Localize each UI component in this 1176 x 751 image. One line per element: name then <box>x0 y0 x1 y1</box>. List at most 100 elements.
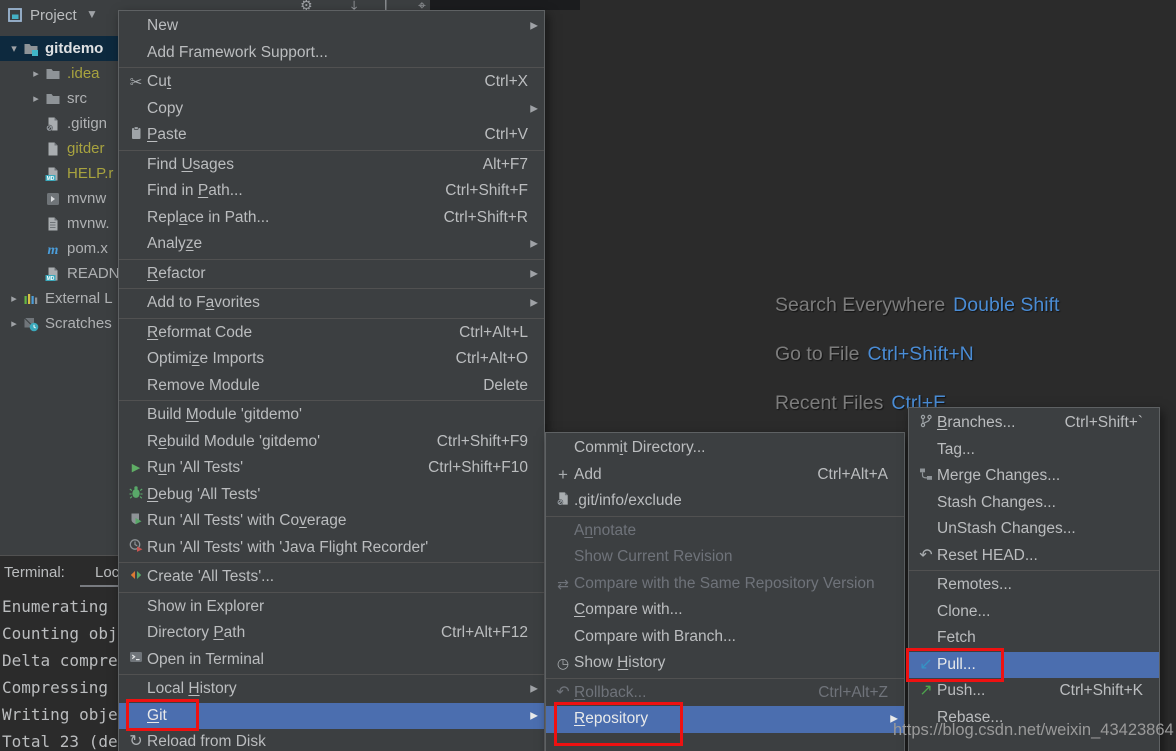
menu-item-debug-all-tests[interactable]: Debug 'All Tests' <box>119 482 544 509</box>
menu-item-icon-slot <box>125 45 147 61</box>
tree-item-label: READN <box>67 265 120 282</box>
chevron-right-icon[interactable]: ▸ <box>6 292 22 305</box>
menu-item-icon-slot: ▶ <box>125 460 147 476</box>
menu-item-icon-slot: ◷ <box>552 655 574 671</box>
menu-item-icon-slot <box>125 101 147 117</box>
menu-item-add-framework-support[interactable]: Add Framework Support... <box>119 40 544 67</box>
chevron-down-icon[interactable]: ▾ <box>6 42 22 55</box>
menu-item-shortcut: Alt+F7 <box>482 155 528 173</box>
menu-item-label: New <box>147 17 179 35</box>
menu-item-find-usages[interactable]: Find Usages Alt+F7 <box>119 152 544 179</box>
menu-item-rebuild-module-gitdemo[interactable]: Rebuild Module 'gitdemo' Ctrl+Shift+F9 <box>119 429 544 456</box>
menu-item-cut[interactable]: ✂ Cut Ctrl+X <box>119 69 544 96</box>
menu-item-icon-slot <box>552 602 574 618</box>
menu-item-label: .git/info/exclude <box>574 492 682 510</box>
menu-item-git-info-exclude[interactable]: .git/info/exclude <box>546 488 904 515</box>
chevron-right-icon[interactable]: ▸ <box>28 67 44 80</box>
context-menu: New ▶ Add Framework Support... ✂ Cut Ctrl+X Co… <box>118 10 545 751</box>
menu-item-show-in-explorer[interactable]: Show in Explorer <box>119 594 544 621</box>
menu-item-directory-path[interactable]: Directory Path Ctrl+Alt+F12 <box>119 620 544 647</box>
menu-item-show-history[interactable]: ◷ Show History <box>546 650 904 677</box>
tree-item-label: Scratches <box>45 315 112 332</box>
file-text-icon <box>44 216 62 232</box>
menu-item-commit-directory[interactable]: Commit Directory... <box>546 435 904 462</box>
menu-item-add-to-favorites[interactable]: Add to Favorites ▶ <box>119 290 544 317</box>
file-md-icon: MD <box>44 166 62 182</box>
menu-item-icon-slot <box>125 210 147 226</box>
menu-item-reload-from-disk[interactable]: ↻ Reload from Disk <box>119 729 544 751</box>
menu-item-optimize-imports[interactable]: Optimize Imports Ctrl+Alt+O <box>119 346 544 373</box>
menu-item-label: Create 'All Tests'... <box>147 568 275 586</box>
menu-item-branches[interactable]: Branches... Ctrl+Shift+` <box>909 410 1159 437</box>
menu-item-label: Show Current Revision <box>574 548 733 566</box>
chevron-down-icon[interactable]: ▼ <box>86 7 98 21</box>
menu-item-icon-slot <box>125 183 147 199</box>
menu-item-label: Local History <box>147 680 237 698</box>
terminal-icon <box>129 650 143 669</box>
menu-item-compare-with[interactable]: Compare with... <box>546 597 904 624</box>
menu-item-build-module-gitdemo[interactable]: Build Module 'gitdemo' <box>119 402 544 429</box>
menu-item-reformat-code[interactable]: Reformat Code Ctrl+Alt+L <box>119 320 544 347</box>
menu-item-compare-with-branch[interactable]: Compare with Branch... <box>546 624 904 651</box>
menu-item-shortcut: Delete <box>483 376 528 394</box>
menu-item-merge-changes[interactable]: Merge Changes... <box>909 463 1159 490</box>
menu-item-icon-slot <box>125 625 147 641</box>
menu-item-find-in-path[interactable]: Find in Path... Ctrl+Shift+F <box>119 178 544 205</box>
menu-item-icon-slot <box>552 629 574 645</box>
submenu-arrow-icon: ▶ <box>530 297 538 309</box>
menu-item-icon-slot <box>552 440 574 456</box>
menu-item-icon-slot: ✂ <box>125 74 147 90</box>
menu-item-refactor[interactable]: Refactor ▶ <box>119 261 544 288</box>
menu-item-shortcut: Ctrl+Shift+F <box>445 182 528 200</box>
menu-item-icon-slot <box>915 468 937 484</box>
menu-separator <box>546 515 904 517</box>
menu-item-stash-changes[interactable]: Stash Changes... <box>909 490 1159 517</box>
watermark: https://blog.csdn.net/weixin_43423864 <box>893 721 1174 739</box>
menu-item-clone[interactable]: Clone... <box>909 599 1159 626</box>
menu-item-icon-slot: ↗ <box>915 683 937 699</box>
jfr-icon <box>129 538 143 557</box>
menu-separator <box>119 674 544 675</box>
menu-item-label: Branches... <box>937 414 1016 432</box>
chevron-right-icon[interactable]: ▸ <box>6 317 22 330</box>
tree-item-label: gitdemo <box>45 40 104 57</box>
menu-item-paste[interactable]: Paste Ctrl+V <box>119 122 544 149</box>
menu-item-create-all-tests[interactable]: Create 'All Tests'... <box>119 564 544 591</box>
menu-item-remotes[interactable]: Remotes... <box>909 572 1159 599</box>
folder-icon <box>44 91 62 107</box>
menu-item-remove-module[interactable]: Remove Module Delete <box>119 373 544 400</box>
tree-item-label: src <box>67 90 87 107</box>
menu-item-label: Reformat Code <box>147 323 253 341</box>
menu-item-label: Annotate <box>574 521 637 539</box>
file-run-icon <box>44 191 62 207</box>
tree-item-label: mvnw <box>67 190 107 207</box>
tree-item-label: pom.x <box>67 240 108 257</box>
menu-item-copy[interactable]: Copy ▶ <box>119 96 544 123</box>
terminal-tab-local[interactable]: Loc <box>95 564 119 581</box>
menu-item-icon-slot <box>552 549 574 565</box>
menu-separator <box>119 258 544 260</box>
menu-item-run-all-tests[interactable]: ▶ Run 'All Tests' Ctrl+Shift+F10 <box>119 455 544 482</box>
tree-item-label: mvnw. <box>67 215 110 232</box>
menu-item-compare-with-the-same-repository-version: ⇄ Compare with the Same Repository Versio… <box>546 571 904 598</box>
menu-item-add[interactable]: + Add Ctrl+Alt+A <box>546 462 904 489</box>
menu-item-icon-slot <box>125 681 147 697</box>
menu-item-icon-slot: ↶ <box>552 684 574 701</box>
highlight-box-git <box>126 699 199 731</box>
menu-item-icon-slot: ↶ <box>915 547 937 564</box>
menu-item-new[interactable]: New ▶ <box>119 13 544 40</box>
menu-item-unstash-changes[interactable]: UnStash Changes... <box>909 516 1159 543</box>
menu-item-shortcut: Ctrl+Shift+F9 <box>436 432 528 450</box>
menu-item-label: Tag... <box>937 440 975 458</box>
folder-project-icon <box>22 41 40 57</box>
menu-item-run-all-tests-with-coverage[interactable]: Run 'All Tests' with Coverage <box>119 508 544 535</box>
menu-item-replace-in-path[interactable]: Replace in Path... Ctrl+Shift+R <box>119 205 544 232</box>
menu-item-run-all-tests-with-java-flight-recorder[interactable]: Run 'All Tests' with 'Java Flight Record… <box>119 535 544 562</box>
menu-item-reset-head[interactable]: ↶ Reset HEAD... <box>909 543 1159 570</box>
menu-item-tag[interactable]: Tag... <box>909 437 1159 464</box>
submenu-arrow-icon: ▶ <box>530 103 538 115</box>
project-panel-title[interactable]: Project <box>30 7 77 24</box>
chevron-right-icon[interactable]: ▸ <box>28 92 44 105</box>
menu-item-open-in-terminal[interactable]: Open in Terminal <box>119 647 544 674</box>
menu-item-analyze[interactable]: Analyze ▶ <box>119 231 544 258</box>
